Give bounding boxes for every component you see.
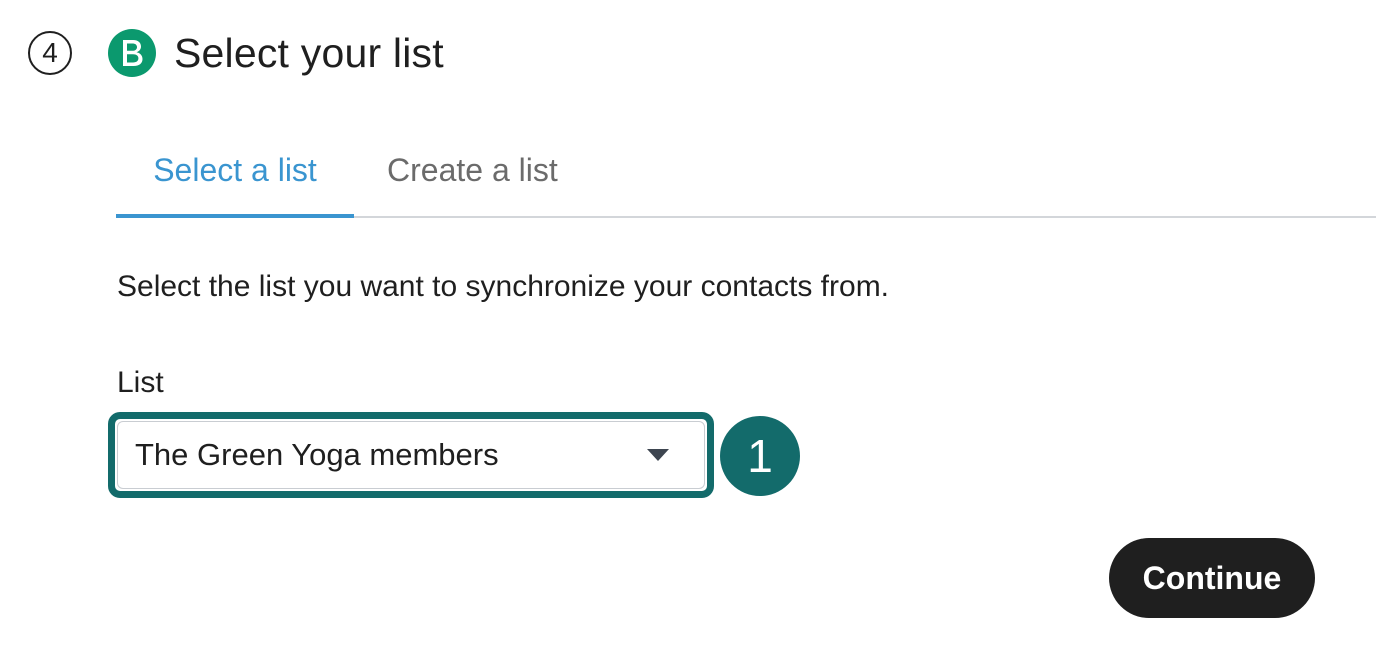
- list-select-value: The Green Yoga members: [135, 437, 499, 472]
- list-select[interactable]: The Green Yoga members: [108, 412, 714, 498]
- brevo-b-glyph: [123, 40, 143, 66]
- annotation-badge: 1: [720, 416, 800, 496]
- list-field-label: List: [117, 366, 164, 399]
- brevo-b-icon: [108, 29, 156, 77]
- tab-bar: Select a list Create a list: [116, 140, 1376, 218]
- continue-button[interactable]: Continue: [1109, 538, 1315, 618]
- step-number-badge: 4: [28, 31, 72, 75]
- caret-down-icon: [647, 449, 669, 461]
- tab-create-a-list[interactable]: Create a list: [387, 140, 558, 216]
- page-title: Select your list: [174, 29, 444, 76]
- instruction-text: Select the list you want to synchronize …: [117, 270, 890, 303]
- step-header: 4 Select your list: [28, 28, 444, 78]
- tab-select-a-list[interactable]: Select a list: [116, 140, 354, 218]
- sync-list-step: 4 Select your list Select a list Create …: [0, 0, 1376, 652]
